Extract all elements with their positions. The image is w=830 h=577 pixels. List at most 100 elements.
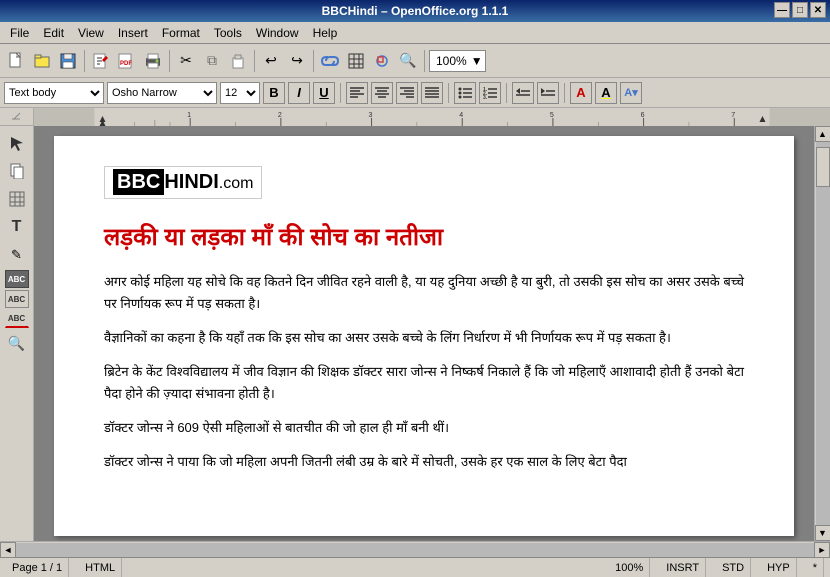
paragraph-style-select[interactable]: Text body Heading 1 Default [4, 82, 104, 104]
italic-button[interactable]: I [288, 82, 310, 104]
window-controls: — □ ✕ [774, 2, 826, 18]
menu-tools[interactable]: Tools [208, 24, 248, 42]
h-scroll-track[interactable] [16, 543, 814, 557]
menu-help[interactable]: Help [307, 24, 344, 42]
maximize-button[interactable]: □ [792, 2, 808, 18]
titlebar-title: BBCHindi – OpenOffice.org 1.1.1 [322, 4, 509, 18]
abc-button-3[interactable]: ABC [5, 310, 29, 328]
document-container[interactable]: BBCHINDI.com लड़की या लड़का माँ की सोच क… [34, 126, 814, 541]
paste-button[interactable] [226, 49, 250, 73]
scroll-down-button[interactable]: ▼ [815, 525, 830, 541]
bbc-logo-box: BBCHINDI.com [104, 166, 262, 199]
bold-button[interactable]: B [263, 82, 285, 104]
ruler-row: 1 2 3 4 5 6 7 [0, 108, 830, 126]
document-page: BBCHINDI.com लड़की या लड़का माँ की सोच क… [54, 136, 794, 536]
titlebar: BBCHindi – OpenOffice.org 1.1.1 — □ ✕ [0, 0, 830, 22]
menu-insert[interactable]: Insert [112, 24, 154, 42]
text-tool-button[interactable]: T [4, 214, 30, 240]
toolbar-sep-2 [169, 50, 170, 72]
bbc-hindi-logo: HINDI [164, 171, 218, 193]
align-right-button[interactable] [396, 82, 418, 104]
highlight-button[interactable]: A [595, 82, 617, 104]
abc-button-2[interactable]: ABC [5, 290, 29, 308]
fmt-sep-3 [506, 83, 507, 103]
article-para-4: डॉक्टर जोन्स ने 609 ऐसी महिलाओं से बातची… [104, 417, 744, 439]
align-justify-button[interactable] [421, 82, 443, 104]
ruler: 1 2 3 4 5 6 7 [34, 108, 830, 126]
find-tool-button[interactable]: 🔍 [4, 330, 30, 356]
svg-text:6: 6 [641, 112, 645, 119]
abc-field-button[interactable]: ABC [5, 270, 29, 288]
unsaved-indicator: * [807, 558, 824, 577]
bbc-dotcom-logo: .com [219, 175, 254, 192]
scroll-thumb[interactable] [816, 147, 830, 187]
pdf-button[interactable]: PDF [115, 49, 139, 73]
redo-button[interactable]: ↪ [285, 49, 309, 73]
ruler-corner [0, 108, 34, 126]
horizontal-scrollbar[interactable]: ◄ ► [0, 541, 830, 557]
close-button[interactable]: ✕ [810, 2, 826, 18]
align-left-button[interactable] [346, 82, 368, 104]
scroll-up-button[interactable]: ▲ [815, 126, 830, 142]
undo-button[interactable]: ↩ [259, 49, 283, 73]
open-button[interactable] [30, 49, 54, 73]
increase-indent-button[interactable] [537, 82, 559, 104]
align-center-button[interactable] [371, 82, 393, 104]
menu-window[interactable]: Window [250, 24, 305, 42]
main-toolbar: PDF ✂ ⧉ ↩ ↪ 🔍 100% ▼ [0, 44, 830, 78]
print-button[interactable] [141, 49, 165, 73]
cut-button[interactable]: ✂ [174, 49, 198, 73]
underline-button[interactable]: U [313, 82, 335, 104]
zoom-selector[interactable]: 100% ▼ [429, 50, 486, 72]
article-para-3: ब्रिटेन के केंट विश्वविद्यालय में जीव वि… [104, 361, 744, 405]
svg-text:4: 4 [459, 112, 463, 119]
svg-text:2: 2 [278, 112, 282, 119]
fmt-sep-1 [340, 83, 341, 103]
scroll-left-button[interactable]: ◄ [0, 542, 16, 558]
decrease-indent-button[interactable] [512, 82, 534, 104]
new-button[interactable] [4, 49, 28, 73]
draw-button[interactable] [370, 49, 394, 73]
svg-text:3.: 3. [483, 95, 488, 100]
table-tool-button[interactable] [4, 186, 30, 212]
menu-edit[interactable]: Edit [37, 24, 70, 42]
article-para-2: वैज्ञानिकों का कहना है कि यहाँ तक कि इस … [104, 327, 744, 349]
insert-mode: INSRT [660, 558, 706, 577]
unordered-list-button[interactable] [454, 82, 476, 104]
hyperlink-button[interactable] [318, 49, 342, 73]
svg-text:PDF: PDF [120, 61, 132, 67]
svg-text:5: 5 [550, 112, 554, 119]
find-button[interactable]: 🔍 [396, 49, 420, 73]
format-toolbar: Text body Heading 1 Default Osho Narrow … [0, 78, 830, 108]
save-button[interactable] [56, 49, 80, 73]
character-highlight-button[interactable]: A▾ [620, 82, 642, 104]
svg-text:7: 7 [731, 112, 735, 119]
selection-tool-button[interactable] [4, 130, 30, 156]
font-name-select[interactable]: Osho Narrow Arial Times New Roman [107, 82, 217, 104]
menubar: File Edit View Insert Format Tools Windo… [0, 22, 830, 44]
toolbar-sep-3 [254, 50, 255, 72]
minimize-button[interactable]: — [774, 2, 790, 18]
statusbar: Page 1 / 1 HTML 100% INSRT STD HYP * [0, 557, 830, 577]
font-color-button[interactable]: A [570, 82, 592, 104]
scroll-track[interactable] [816, 142, 830, 525]
copy-button[interactable]: ⧉ [200, 49, 224, 73]
page-view-button[interactable] [4, 158, 30, 184]
svg-text:1: 1 [187, 112, 191, 119]
article-headline: लड़की या लड़का माँ की सोच का नतीजा [104, 221, 744, 255]
menu-format[interactable]: Format [156, 24, 206, 42]
edit-tool-button[interactable]: ✎ [4, 242, 30, 268]
font-size-select[interactable]: 12 10 14 16 [220, 82, 260, 104]
table-button[interactable] [344, 49, 368, 73]
menu-view[interactable]: View [72, 24, 110, 42]
hyp-mode: HYP [761, 558, 797, 577]
zoom-dropdown-icon[interactable]: ▼ [471, 54, 483, 68]
edit-button[interactable] [89, 49, 113, 73]
fmt-sep-4 [564, 83, 565, 103]
ordered-list-button[interactable]: 1.2.3. [479, 82, 501, 104]
scroll-right-button[interactable]: ► [814, 542, 830, 558]
vertical-scrollbar[interactable]: ▲ ▼ [814, 126, 830, 541]
fmt-sep-2 [448, 83, 449, 103]
article-para-1: अगर कोई महिला यह सोचे कि वह कितने दिन जी… [104, 271, 744, 315]
menu-file[interactable]: File [4, 24, 35, 42]
